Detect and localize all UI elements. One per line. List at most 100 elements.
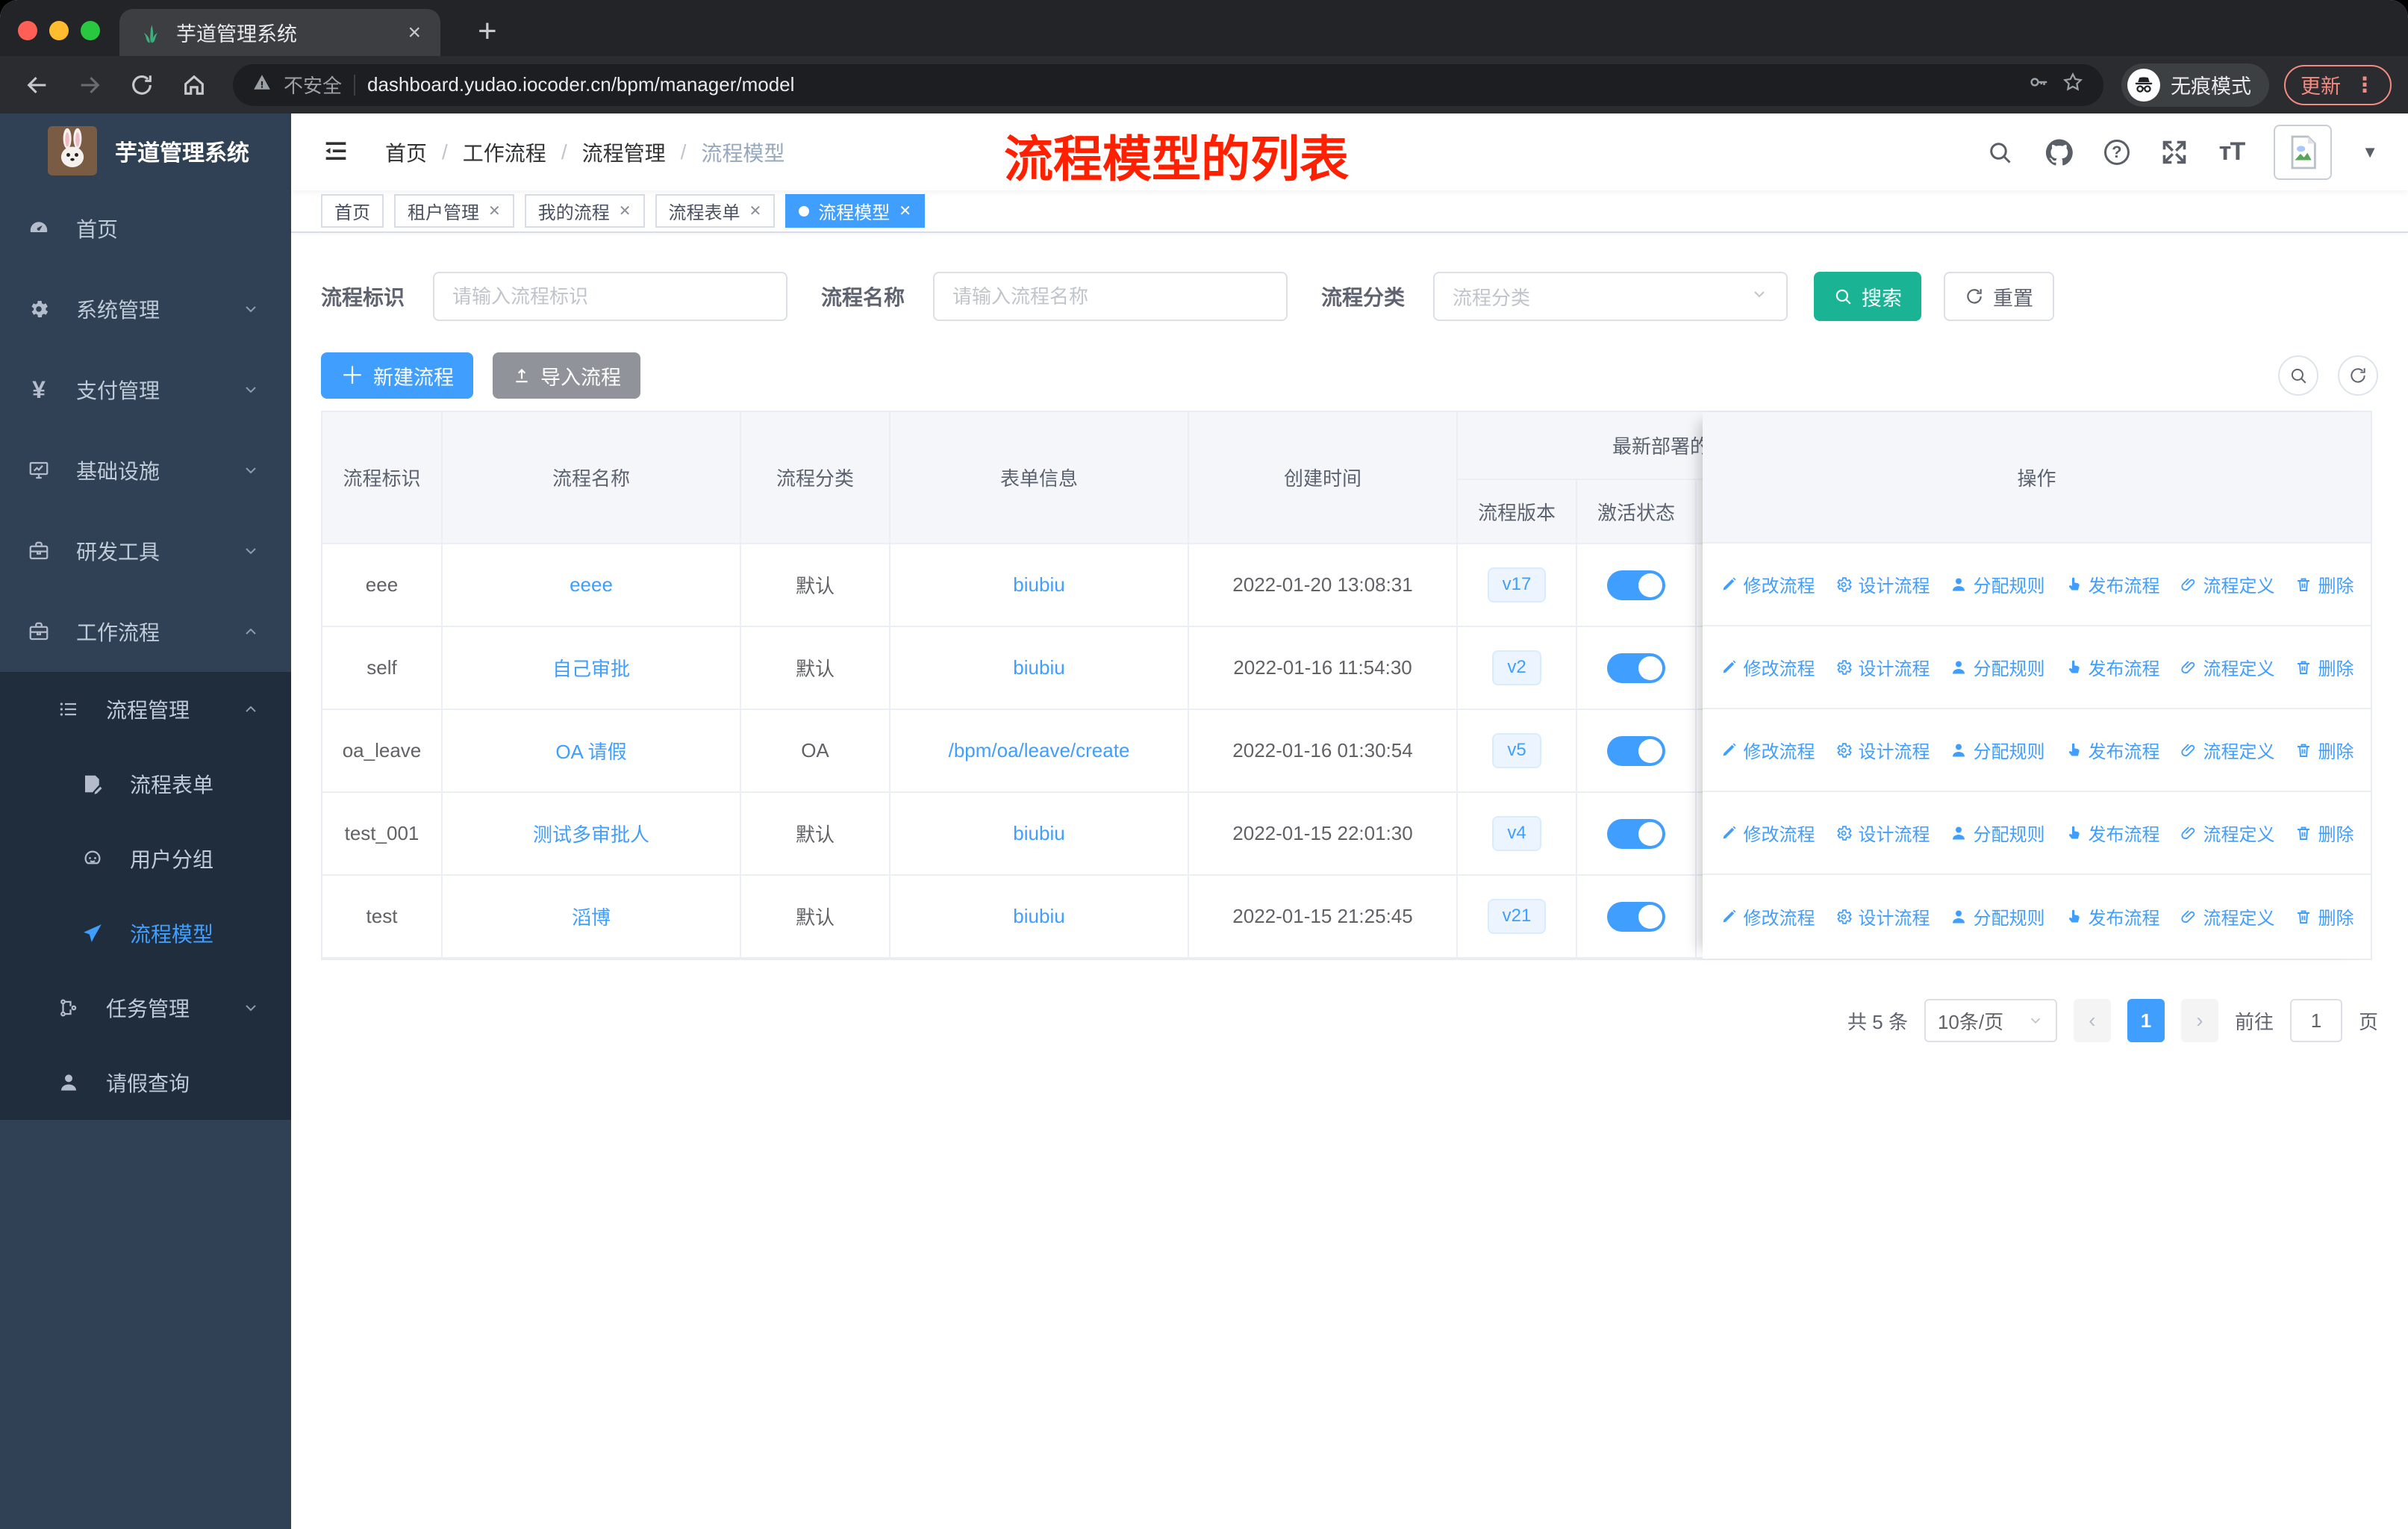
- import-model-button[interactable]: 导入流程: [493, 352, 641, 399]
- active-state-toggle[interactable]: [1607, 653, 1665, 683]
- form-info-link[interactable]: biubiu: [1013, 573, 1064, 596]
- github-icon[interactable]: [2044, 137, 2074, 167]
- warning-triangle-icon[interactable]: [252, 72, 272, 97]
- browser-menu-icon[interactable]: ⋮: [2354, 72, 2375, 97]
- forward-icon[interactable]: [69, 64, 110, 106]
- action-分配规则[interactable]: 分配规则: [1950, 820, 2045, 846]
- action-流程定义[interactable]: 流程定义: [2180, 571, 2275, 597]
- active-state-toggle[interactable]: [1607, 901, 1665, 932]
- model-name-link[interactable]: 测试多审批人: [533, 823, 649, 846]
- action-修改流程[interactable]: 修改流程: [1720, 737, 1815, 763]
- sidebar-item-流程管理[interactable]: 流程管理: [0, 672, 291, 747]
- header-search-icon[interactable]: [1985, 137, 2015, 167]
- minimize-window-button[interactable]: [49, 21, 69, 40]
- reload-icon[interactable]: [121, 64, 163, 106]
- tag-首页[interactable]: 首页: [321, 194, 384, 228]
- address-bar[interactable]: 不安全 dashboard.yudao.iocoder.cn/bpm/manag…: [233, 63, 2103, 106]
- sidebar-item-首页[interactable]: 首页: [0, 188, 291, 269]
- action-修改流程[interactable]: 修改流程: [1720, 903, 1815, 929]
- tag-流程表单[interactable]: 流程表单 ✕: [655, 194, 776, 228]
- refresh-icon[interactable]: [2338, 355, 2378, 396]
- breadcrumb-item[interactable]: 首页: [385, 137, 427, 167]
- form-info-link[interactable]: biubiu: [1013, 905, 1064, 927]
- user-menu-caret-icon[interactable]: ▼: [2362, 143, 2378, 162]
- active-state-toggle[interactable]: [1607, 818, 1665, 849]
- user-avatar[interactable]: [2274, 124, 2333, 180]
- form-info-link[interactable]: biubiu: [1013, 656, 1064, 679]
- search-button[interactable]: 搜索: [1814, 272, 1922, 321]
- action-发布流程[interactable]: 发布流程: [2065, 737, 2160, 763]
- new-tab-button[interactable]: +: [478, 15, 497, 48]
- close-icon[interactable]: ✕: [749, 202, 762, 220]
- zoom-window-button[interactable]: [81, 21, 100, 40]
- sidebar-item-流程模型[interactable]: 流程模型: [0, 896, 291, 971]
- sidebar-item-工作流程[interactable]: 工作流程: [0, 591, 291, 672]
- action-删除[interactable]: 删除: [2295, 903, 2354, 929]
- sidebar-collapse-icon[interactable]: [321, 136, 354, 169]
- action-发布流程[interactable]: 发布流程: [2065, 903, 2160, 929]
- action-流程定义[interactable]: 流程定义: [2180, 737, 2275, 763]
- model-name-link[interactable]: 滔博: [572, 906, 611, 929]
- action-分配规则[interactable]: 分配规则: [1950, 737, 2045, 763]
- sidebar-item-流程表单[interactable]: 流程表单: [0, 747, 291, 821]
- tab-close-icon[interactable]: ×: [408, 20, 421, 46]
- action-分配规则[interactable]: 分配规则: [1950, 903, 2045, 929]
- browser-update-button[interactable]: 更新 ⋮: [2284, 64, 2392, 105]
- fullscreen-icon[interactable]: [2159, 137, 2189, 167]
- sidebar-item-研发工具[interactable]: 研发工具: [0, 511, 291, 591]
- active-state-toggle[interactable]: [1607, 570, 1665, 600]
- form-info-link[interactable]: biubiu: [1013, 822, 1064, 844]
- close-window-button[interactable]: [18, 21, 37, 40]
- page-size-select[interactable]: 10条/页: [1924, 999, 2057, 1042]
- update-label[interactable]: 更新: [2301, 70, 2341, 99]
- sidebar-item-基础设施[interactable]: 基础设施: [0, 430, 291, 511]
- prev-page-button[interactable]: ‹: [2073, 999, 2111, 1042]
- action-设计流程[interactable]: 设计流程: [1835, 903, 1930, 929]
- bookmark-star-icon[interactable]: [2062, 71, 2084, 99]
- goto-page-input[interactable]: [2289, 999, 2342, 1042]
- tag-我的流程[interactable]: 我的流程 ✕: [524, 194, 645, 228]
- sidebar-item-任务管理[interactable]: 任务管理: [0, 971, 291, 1045]
- tag-租户管理[interactable]: 租户管理 ✕: [394, 194, 514, 228]
- action-修改流程[interactable]: 修改流程: [1720, 820, 1815, 846]
- app-logo-row[interactable]: 芋道管理系统: [0, 113, 291, 188]
- sidebar-item-请假查询[interactable]: 请假查询: [0, 1045, 291, 1120]
- security-label[interactable]: 不安全: [284, 71, 342, 99]
- close-icon[interactable]: ✕: [488, 202, 501, 220]
- font-size-icon[interactable]: тT: [2219, 137, 2245, 166]
- close-icon[interactable]: ✕: [619, 202, 631, 220]
- hide-search-icon[interactable]: [2278, 355, 2318, 396]
- filter-id-input[interactable]: [433, 272, 788, 321]
- action-发布流程[interactable]: 发布流程: [2065, 571, 2160, 597]
- sidebar-item-用户分组[interactable]: 用户分组: [0, 821, 291, 896]
- sidebar-item-系统管理[interactable]: 系统管理: [0, 269, 291, 349]
- active-state-toggle[interactable]: [1607, 735, 1665, 766]
- reset-button[interactable]: 重置: [1944, 272, 2055, 321]
- action-删除[interactable]: 删除: [2295, 820, 2354, 846]
- action-修改流程[interactable]: 修改流程: [1720, 571, 1815, 597]
- action-设计流程[interactable]: 设计流程: [1835, 737, 1930, 763]
- sidebar-item-支付管理[interactable]: ¥ 支付管理: [0, 349, 291, 430]
- filter-name-input[interactable]: [933, 272, 1288, 321]
- action-流程定义[interactable]: 流程定义: [2180, 654, 2275, 680]
- action-分配规则[interactable]: 分配规则: [1950, 654, 2045, 680]
- next-page-button[interactable]: ›: [2180, 999, 2218, 1042]
- action-流程定义[interactable]: 流程定义: [2180, 820, 2275, 846]
- current-page-button[interactable]: 1: [2127, 999, 2165, 1042]
- help-icon[interactable]: ?: [2103, 139, 2130, 165]
- action-删除[interactable]: 删除: [2295, 737, 2354, 763]
- model-name-link[interactable]: eeee: [570, 573, 613, 596]
- action-删除[interactable]: 删除: [2295, 654, 2354, 680]
- action-发布流程[interactable]: 发布流程: [2065, 820, 2160, 846]
- browser-tab[interactable]: 芋道管理系统 ×: [119, 9, 440, 56]
- filter-category-select[interactable]: 流程分类: [1433, 272, 1788, 321]
- action-设计流程[interactable]: 设计流程: [1835, 820, 1930, 846]
- form-info-link[interactable]: /bpm/oa/leave/create: [949, 739, 1130, 762]
- action-设计流程[interactable]: 设计流程: [1835, 654, 1930, 680]
- url-text[interactable]: dashboard.yudao.iocoder.cn/bpm/manager/m…: [367, 73, 2015, 96]
- create-model-button[interactable]: ＋ 新建流程: [321, 352, 474, 399]
- close-icon[interactable]: ✕: [899, 202, 911, 220]
- model-name-link[interactable]: OA 请假: [555, 741, 626, 763]
- action-流程定义[interactable]: 流程定义: [2180, 903, 2275, 929]
- action-删除[interactable]: 删除: [2295, 571, 2354, 597]
